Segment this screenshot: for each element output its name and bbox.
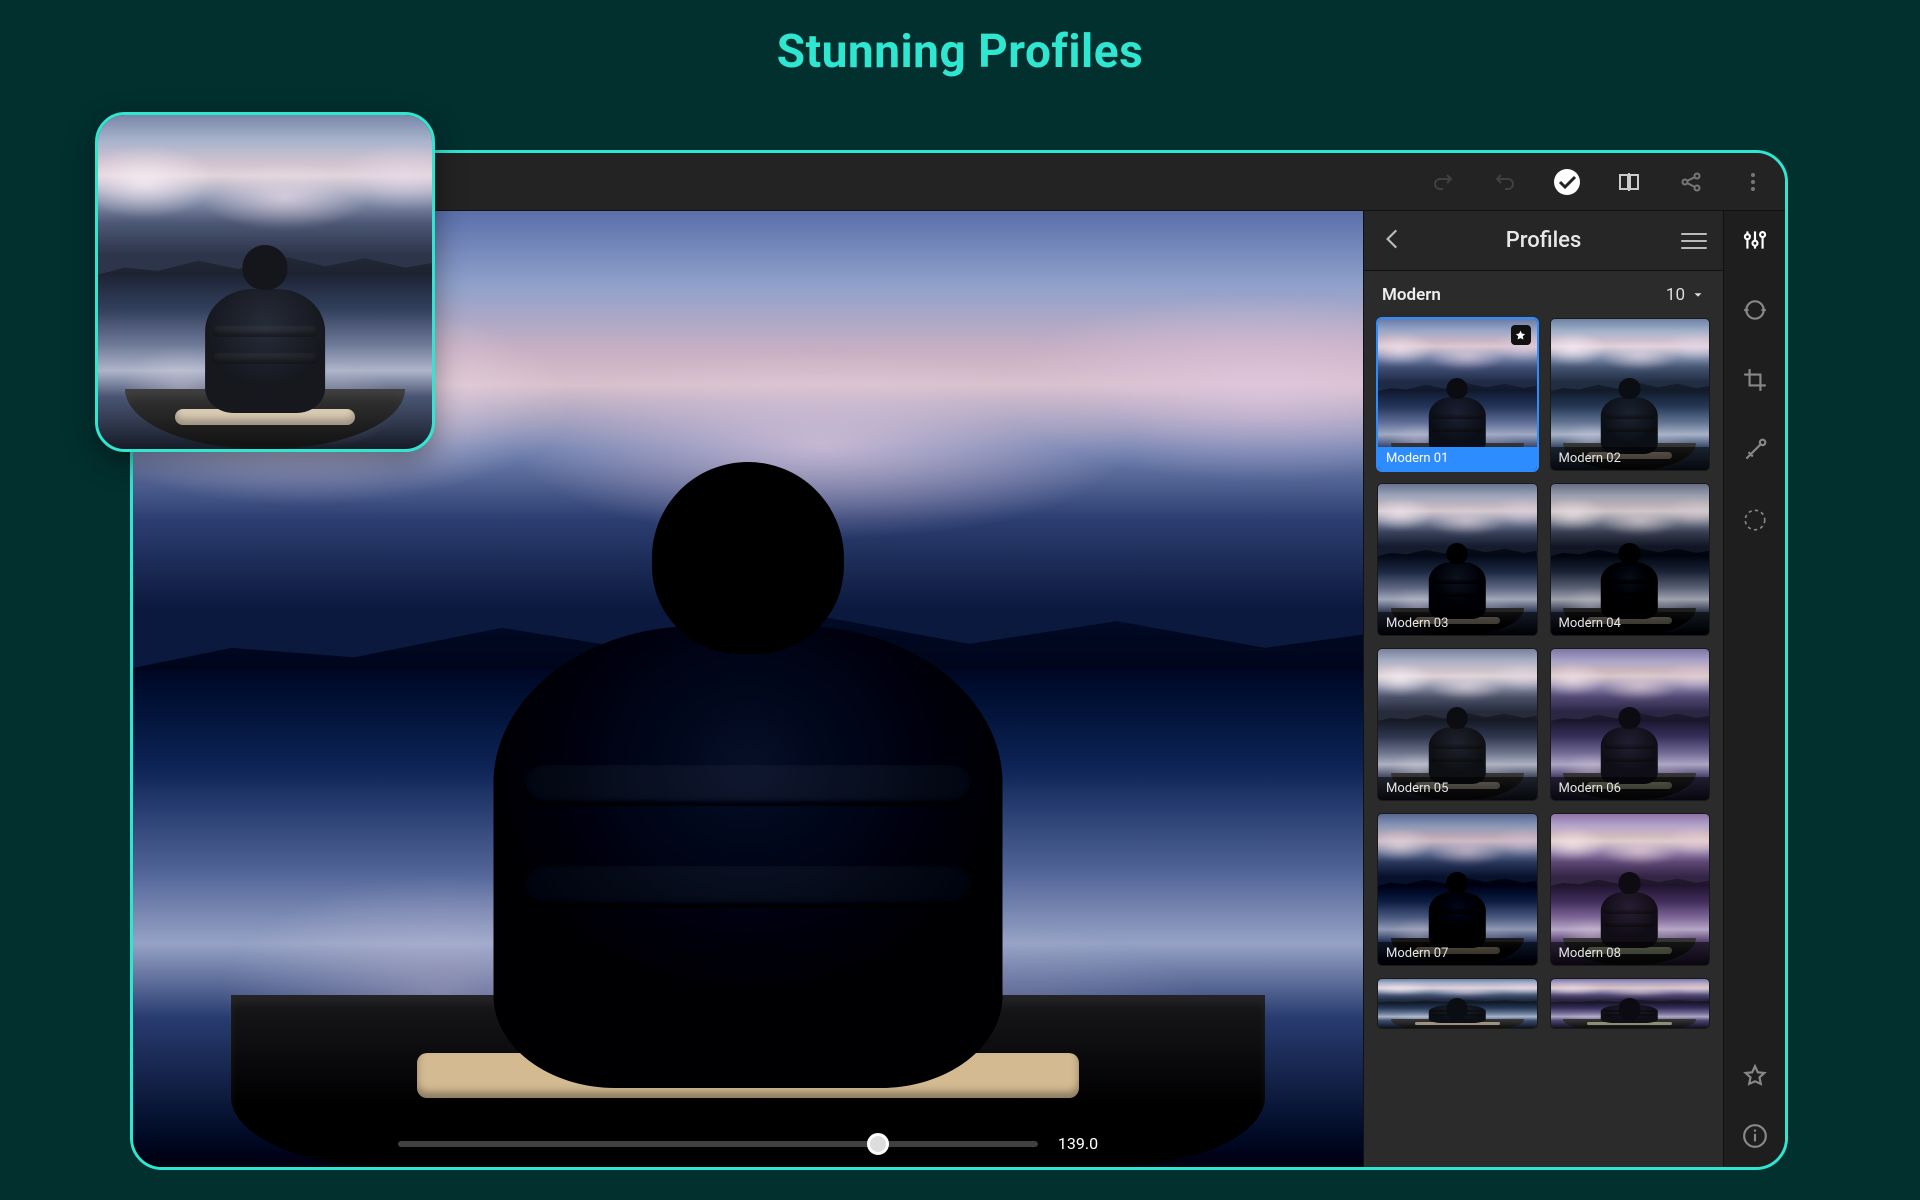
original-photo-thumbnail (95, 112, 435, 452)
apply-button[interactable] (1553, 168, 1581, 196)
profile-tile-label: Modern 08 (1551, 942, 1710, 965)
favorite-badge-icon (1511, 325, 1531, 345)
profiles-panel: Profiles Modern 10 Modern 01 Modern 0 (1363, 211, 1723, 1167)
profile-tile-label: Modern 06 (1551, 777, 1710, 800)
profile-tile[interactable]: Modern 07 (1378, 814, 1537, 965)
profile-group-count-dropdown[interactable]: 10 (1666, 285, 1705, 305)
profile-tile[interactable]: Modern 04 (1551, 484, 1710, 635)
favorite-star-icon[interactable] (1738, 1059, 1772, 1093)
radial-gradient-icon[interactable] (1738, 503, 1772, 537)
undo-icon (1491, 168, 1519, 196)
profile-tile[interactable] (1378, 979, 1537, 1029)
crop-icon[interactable] (1738, 363, 1772, 397)
share-icon[interactable] (1677, 168, 1705, 196)
profile-tile[interactable]: Modern 03 (1378, 484, 1537, 635)
profile-tile-label: Modern 07 (1378, 942, 1537, 965)
promo-headline: Stunning Profiles (0, 25, 1920, 79)
panel-menu-icon[interactable] (1681, 233, 1707, 249)
back-button[interactable] (1380, 226, 1406, 256)
target-adjust-icon[interactable] (1738, 293, 1772, 327)
redo-icon (1429, 168, 1457, 196)
before-after-icon[interactable] (1615, 168, 1643, 196)
more-icon[interactable] (1739, 168, 1767, 196)
panel-title: Profiles (1420, 228, 1667, 253)
profile-tile[interactable]: Modern 06 (1551, 649, 1710, 800)
profile-tile-label: Modern 03 (1378, 612, 1537, 635)
profile-tile-label: Modern 04 (1551, 612, 1710, 635)
profile-tile-label: Modern 01 (1378, 447, 1537, 470)
profile-tile[interactable]: Modern 08 (1551, 814, 1710, 965)
profile-tile[interactable] (1551, 979, 1710, 1029)
profile-tile-label: Modern 05 (1378, 777, 1537, 800)
profile-tile[interactable]: Modern 05 (1378, 649, 1537, 800)
intensity-slider[interactable]: 139.0 (133, 1134, 1363, 1153)
profile-tile[interactable]: Modern 01 (1378, 319, 1537, 470)
profile-tile-label: Modern 02 (1551, 447, 1710, 470)
profile-tile[interactable]: Modern 02 (1551, 319, 1710, 470)
intensity-value: 139.0 (1058, 1134, 1098, 1153)
tool-rail (1723, 211, 1785, 1167)
info-icon[interactable] (1738, 1119, 1772, 1153)
adjust-sliders-icon[interactable] (1738, 223, 1772, 257)
healing-brush-icon[interactable] (1738, 433, 1772, 467)
profile-group-name: Modern (1382, 285, 1441, 305)
